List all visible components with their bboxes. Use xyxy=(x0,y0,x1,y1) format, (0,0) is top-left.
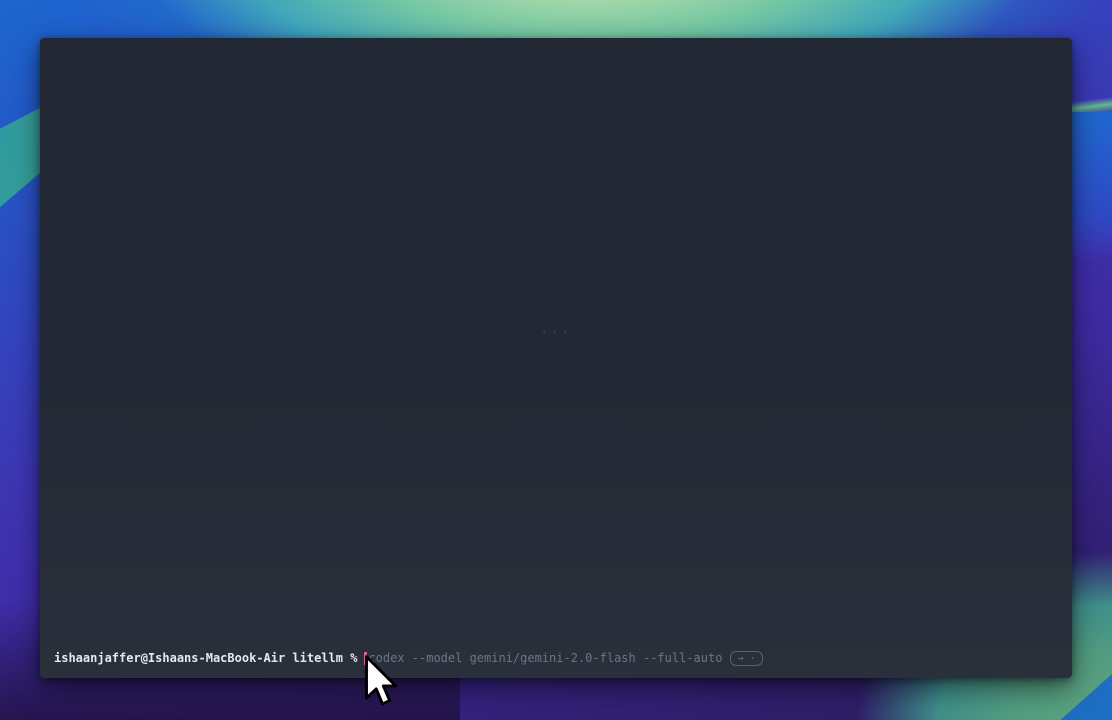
wallpaper-corner-blue-triangle xyxy=(1052,674,1112,720)
autosuggest-accept-hint-badge: → · xyxy=(730,651,762,666)
desktop-wallpaper: ··· ishaanjaffer@Ishaans-MacBook-Air lit… xyxy=(0,0,1112,720)
terminal-window[interactable]: ··· ishaanjaffer@Ishaans-MacBook-Air lit… xyxy=(40,38,1072,678)
text-cursor-beam xyxy=(364,652,367,665)
command-autosuggestion: codex --model gemini/gemini-2.0-flash --… xyxy=(368,650,722,666)
shell-prompt: ishaanjaffer@Ishaans-MacBook-Air litellm… xyxy=(54,650,357,666)
terminal-prompt-line[interactable]: ishaanjaffer@Ishaans-MacBook-Air litellm… xyxy=(54,650,1058,666)
loading-ellipsis: ··· xyxy=(541,325,572,339)
